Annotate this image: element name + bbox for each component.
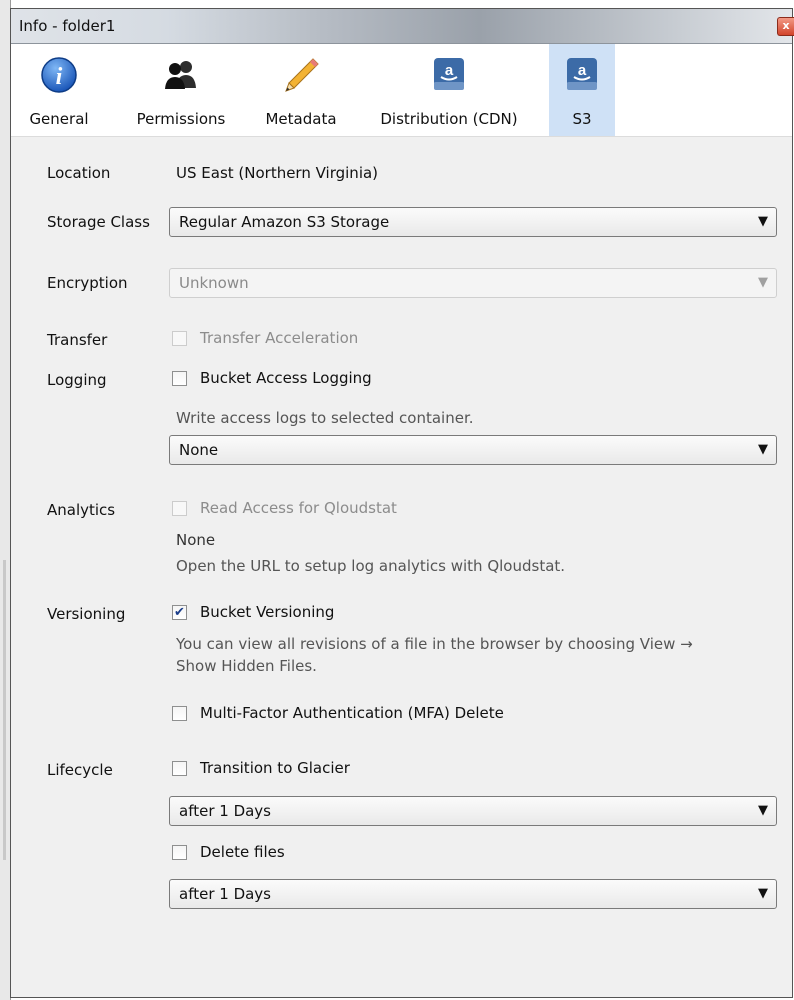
tab-general-label: General: [29, 110, 89, 128]
encryption-label: Encryption: [47, 274, 128, 292]
storage-class-dropdown[interactable]: Regular Amazon S3 Storage ▼: [169, 207, 777, 237]
encryption-dropdown[interactable]: Unknown ▼: [169, 268, 777, 298]
logging-container-dropdown[interactable]: None ▼: [169, 435, 777, 465]
checkbox-box: [172, 761, 187, 776]
chevron-down-icon: ▼: [758, 886, 768, 901]
svg-text:a: a: [445, 62, 454, 79]
logging-hint: Write access logs to selected container.: [176, 409, 474, 427]
pencil-icon: [282, 56, 320, 94]
transition-glacier-label: Transition to Glacier: [200, 759, 350, 777]
checkbox-box: [172, 845, 187, 860]
analytics-value: None: [176, 531, 216, 549]
check-icon: ✔: [172, 605, 187, 620]
location-label: Location: [47, 164, 111, 182]
svg-text:i: i: [56, 64, 63, 90]
amazon-drive-icon: a: [430, 56, 468, 94]
versioning-hint-line2: Show Hidden Files.: [176, 657, 317, 675]
tab-s3-label: S3: [572, 110, 592, 128]
mfa-delete-label: Multi-Factor Authentication (MFA) Delete: [200, 704, 504, 722]
checkbox-box: [172, 501, 187, 516]
qloudstat-label: Read Access for Qloudstat: [200, 499, 397, 517]
users-icon: [162, 56, 200, 94]
chevron-down-icon: ▼: [758, 442, 768, 457]
tab-distribution[interactable]: a Distribution (CDN): [363, 44, 535, 136]
chevron-down-icon: ▼: [758, 275, 768, 290]
tab-metadata-label: Metadata: [265, 110, 337, 128]
bucket-versioning-label: Bucket Versioning: [200, 603, 335, 621]
checkbox-box: [172, 706, 187, 721]
tab-toolbar: i General Permissions Metadata a Distrib…: [11, 44, 792, 137]
tab-permissions[interactable]: Permissions: [121, 44, 241, 136]
checkbox-box: [172, 331, 187, 346]
delete-after-dropdown[interactable]: after 1 Days ▼: [169, 879, 777, 909]
encryption-value: Unknown: [179, 274, 249, 292]
tab-metadata[interactable]: Metadata: [253, 44, 349, 136]
lifecycle-label: Lifecycle: [47, 761, 113, 779]
logging-label: Logging: [47, 371, 107, 389]
amazon-drive-icon: a: [563, 56, 601, 94]
delete-files-label: Delete files: [200, 843, 285, 861]
tab-distribution-label: Distribution (CDN): [380, 110, 518, 128]
tab-permissions-label: Permissions: [136, 110, 226, 128]
svg-text:a: a: [578, 62, 587, 79]
chevron-down-icon: ▼: [758, 214, 768, 229]
location-value: US East (Northern Virginia): [176, 164, 379, 182]
close-button[interactable]: x: [777, 17, 794, 36]
chevron-down-icon: ▼: [758, 803, 768, 818]
info-icon: i: [40, 56, 78, 94]
tab-s3[interactable]: a S3: [549, 44, 615, 136]
title-bar[interactable]: Info - folder1 x: [11, 9, 794, 44]
transfer-label: Transfer: [47, 331, 108, 349]
glacier-after-dropdown[interactable]: after 1 Days ▼: [169, 796, 777, 826]
bucket-access-logging-label: Bucket Access Logging: [200, 369, 372, 387]
versioning-label: Versioning: [47, 605, 126, 623]
analytics-label: Analytics: [47, 501, 116, 519]
versioning-hint-line1: You can view all revisions of a file in …: [176, 635, 693, 653]
glacier-after-value: after 1 Days: [179, 802, 271, 820]
tab-general[interactable]: i General: [11, 44, 107, 136]
s3-settings-panel: Location US East (Northern Virginia) Sto…: [11, 137, 792, 997]
logging-container-value: None: [179, 441, 219, 459]
checkbox-box: [172, 371, 187, 386]
analytics-hint: Open the URL to setup log analytics with…: [176, 557, 566, 575]
info-window: Info - folder1 x i General Permissions M…: [10, 8, 794, 998]
window-title: Info - folder1: [19, 17, 116, 35]
transfer-acceleration-label: Transfer Acceleration: [200, 329, 359, 347]
delete-after-value: after 1 Days: [179, 885, 271, 903]
storage-class-label: Storage Class: [47, 213, 150, 231]
storage-class-value: Regular Amazon S3 Storage: [179, 213, 390, 231]
